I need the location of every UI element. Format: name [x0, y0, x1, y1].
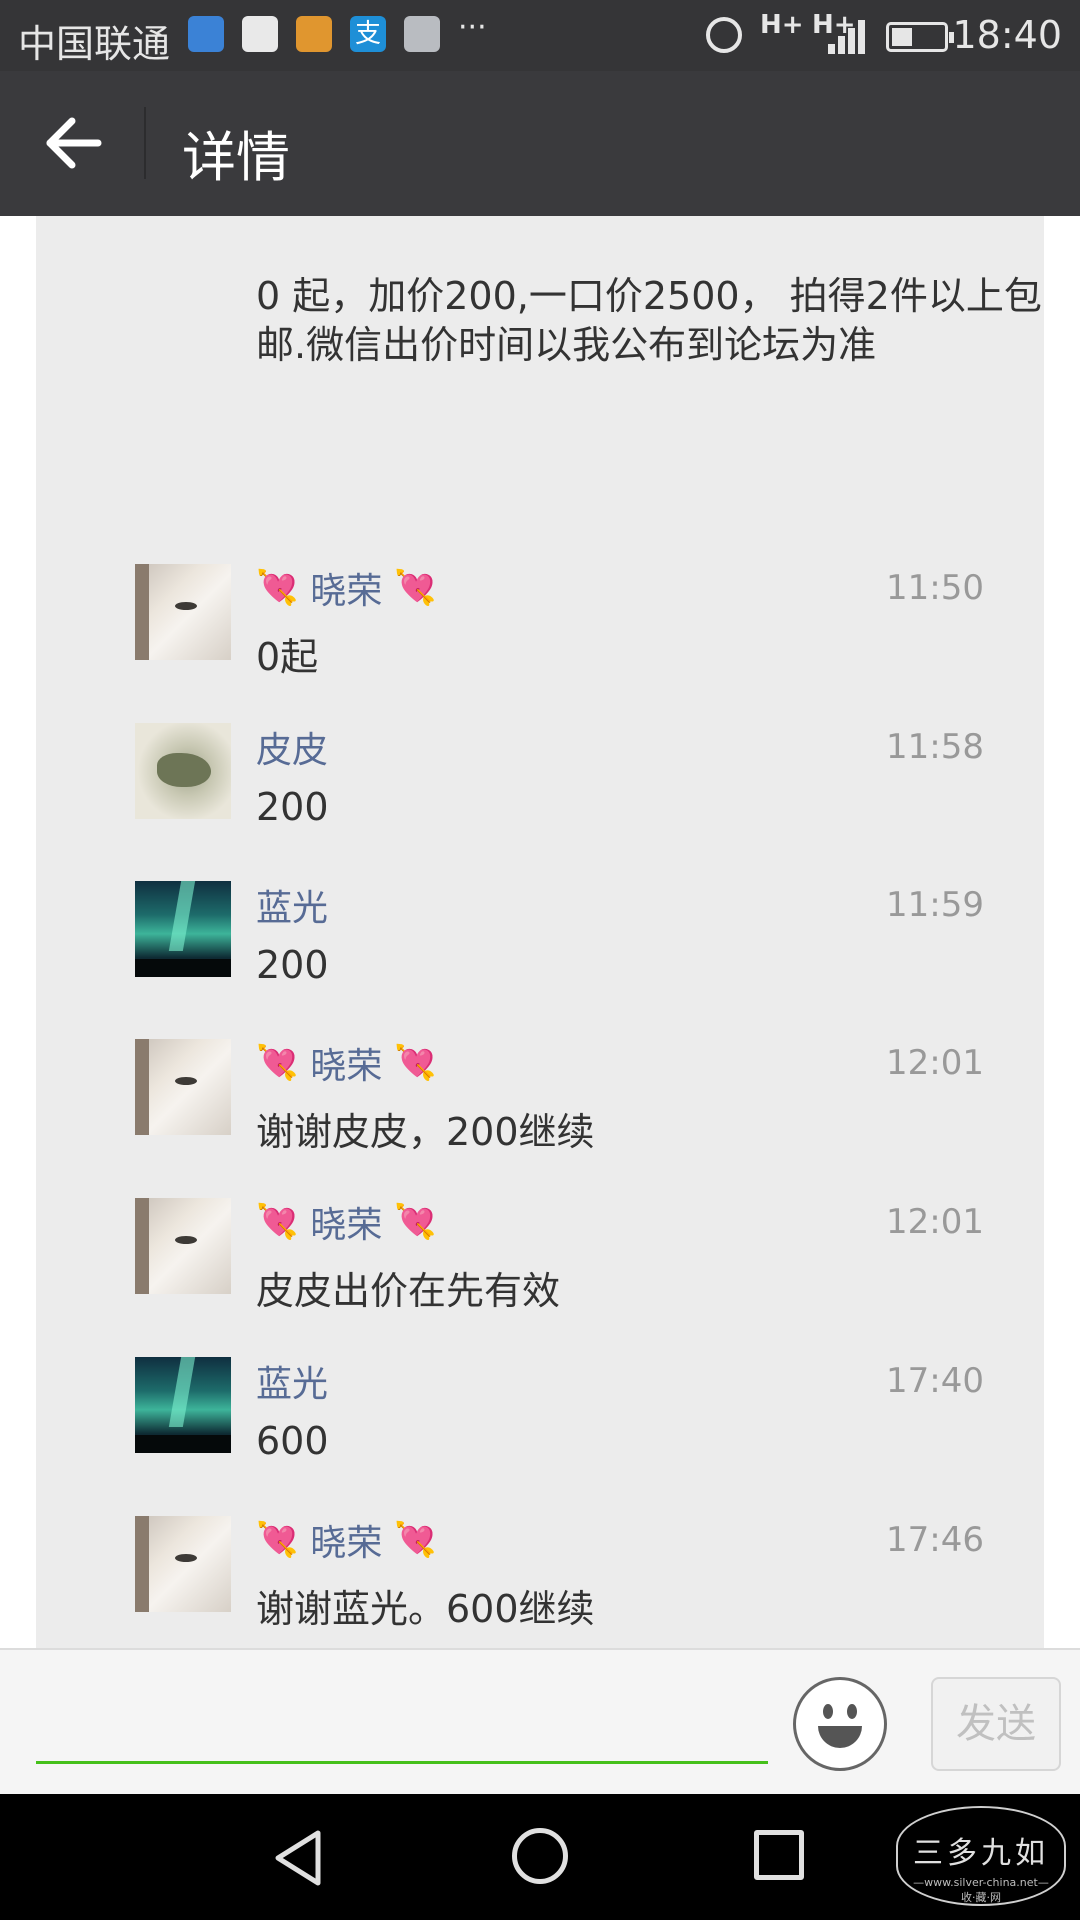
comment-item[interactable]: 蓝光 17:40 600: [36, 1357, 1044, 1515]
comment-author[interactable]: 晓荣: [310, 1196, 382, 1248]
comment-time: 17:46: [886, 1520, 984, 1560]
back-arrow-icon[interactable]: [44, 111, 104, 175]
comment-time: 11:50: [886, 568, 984, 608]
alarm-icon: [706, 17, 742, 53]
heart-arrow-icon: 💘: [394, 1520, 437, 1560]
comment-text: 0起: [256, 635, 319, 679]
carrier-label: 中国联通: [18, 22, 171, 66]
title-divider: [144, 107, 146, 179]
comment-time: 17:40: [886, 1361, 984, 1401]
heart-arrow-icon: 💘: [256, 568, 299, 608]
more-notifications-icon: ···: [458, 10, 487, 45]
comment-item[interactable]: 💘 晓荣 💘 12:01 皮皮出价在先有效: [36, 1198, 1044, 1356]
comment-name-row: 💘 晓荣 💘: [256, 1039, 437, 1087]
smiley-icon[interactable]: [793, 1677, 887, 1771]
comment-item[interactable]: 蓝光 11:59 200: [36, 881, 1044, 1039]
status-bar: 中国联通 支 ··· H+ H+ 18:40: [0, 0, 1080, 71]
health-icon: [188, 16, 224, 52]
gallery-icon: [404, 16, 440, 52]
avatar[interactable]: [135, 1516, 231, 1612]
comment-author[interactable]: 晓荣: [310, 1514, 382, 1566]
comment-name-row: 💘 晓荣 💘: [256, 1516, 437, 1564]
back-triangle-icon[interactable]: [270, 1828, 326, 1892]
home-circle-icon[interactable]: [512, 1828, 568, 1884]
avatar[interactable]: [135, 723, 231, 819]
page-title: 详情: [182, 126, 290, 189]
comment-author[interactable]: 晓荣: [310, 562, 382, 614]
comment-text: 皮皮出价在先有效: [256, 1269, 561, 1313]
watermark-logo: 三多九如 —www.silver-china.net— 收·藏·网: [896, 1806, 1066, 1906]
signal-icon: [824, 18, 868, 54]
browser-icon: [242, 16, 278, 52]
heart-arrow-icon: 💘: [256, 1520, 299, 1560]
heart-arrow-icon: 💘: [394, 1043, 437, 1083]
comment-item[interactable]: 💘 晓荣 💘 11:50 0起: [36, 564, 1044, 722]
heart-arrow-icon: 💘: [394, 1202, 437, 1242]
comment-name-row: 💘 晓荣 💘: [256, 564, 437, 612]
comment-author[interactable]: 皮皮: [256, 721, 328, 773]
comment-name-row: 蓝光: [256, 1357, 328, 1405]
comment-time: 12:01: [886, 1202, 984, 1242]
alipay-icon: 支: [350, 16, 386, 52]
avatar[interactable]: [135, 564, 231, 660]
comment-time: 11:59: [886, 885, 984, 925]
comment-time: 11:58: [886, 727, 984, 767]
comment-author[interactable]: 蓝光: [256, 1355, 328, 1407]
network-type-label: H+: [760, 10, 804, 40]
comment-text: 谢谢皮皮，200继续: [256, 1110, 595, 1154]
comment-name-row: 💘 晓荣 💘: [256, 1198, 437, 1246]
comment-time: 12:01: [886, 1043, 984, 1083]
comment-text: 200: [256, 943, 329, 987]
title-bar: 详情: [0, 71, 1080, 216]
comment-item[interactable]: 💘 晓荣 💘 17:46 谢谢蓝光。600继续: [36, 1516, 1044, 1648]
send-button[interactable]: 发送: [931, 1677, 1061, 1771]
comment-author[interactable]: 蓝光: [256, 879, 328, 931]
clock: 18:40: [952, 13, 1062, 57]
heart-arrow-icon: 💘: [256, 1202, 299, 1242]
system-nav-bar: 三多九如 —www.silver-china.net— 收·藏·网: [0, 1794, 1080, 1920]
avatar[interactable]: [135, 1357, 231, 1453]
comment-author[interactable]: 晓荣: [310, 1037, 382, 1089]
comment-text: 谢谢蓝光。600继续: [256, 1587, 595, 1631]
card-icon: [296, 16, 332, 52]
detail-content[interactable]: 0 起，加价200,一口价2500， 拍得2件以上包邮.微信出价时间以我公布到论…: [0, 216, 1080, 1648]
avatar[interactable]: [135, 1039, 231, 1135]
heart-arrow-icon: 💘: [394, 568, 437, 608]
post-panel: 0 起，加价200,一口价2500， 拍得2件以上包邮.微信出价时间以我公布到论…: [36, 216, 1044, 1648]
comment-input-bar: 发送: [0, 1648, 1080, 1794]
avatar[interactable]: [135, 1198, 231, 1294]
avatar[interactable]: [135, 881, 231, 977]
comment-item[interactable]: 皮皮 11:58 200: [36, 723, 1044, 881]
battery-icon: [886, 22, 954, 52]
post-text: 0 起，加价200,一口价2500， 拍得2件以上包邮.微信出价时间以我公布到论…: [256, 274, 1042, 367]
comment-input[interactable]: [36, 1670, 768, 1764]
comment-name-row: 蓝光: [256, 881, 328, 929]
recent-square-icon[interactable]: [754, 1830, 804, 1880]
comment-text: 200: [256, 785, 329, 829]
heart-arrow-icon: 💘: [256, 1043, 299, 1083]
comment-text: 600: [256, 1419, 329, 1463]
comment-name-row: 皮皮: [256, 723, 328, 771]
battery-level: [892, 28, 912, 46]
comment-item[interactable]: 💘 晓荣 💘 12:01 谢谢皮皮，200继续: [36, 1039, 1044, 1197]
